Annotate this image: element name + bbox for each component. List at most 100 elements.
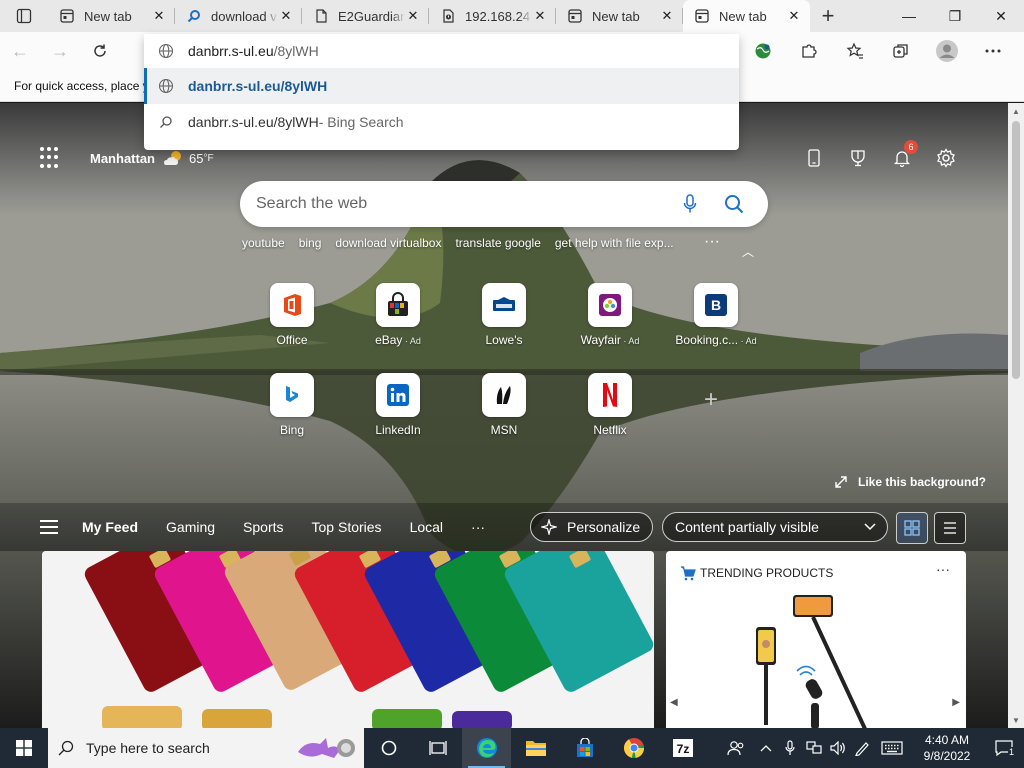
web-search-input[interactable]: [256, 195, 668, 213]
minimize-button[interactable]: —: [886, 0, 932, 32]
tile-ebay[interactable]: eBay · Ad: [346, 283, 450, 363]
content-visibility-dropdown[interactable]: Content partially visible: [662, 512, 888, 542]
tab-new-tab-1[interactable]: New tab ✕: [48, 0, 175, 32]
more-searches-icon[interactable]: ···: [704, 233, 720, 251]
restore-button[interactable]: ❐: [932, 0, 978, 32]
carousel-next-icon[interactable]: ▶: [952, 697, 960, 708]
tile-wayfair[interactable]: Wayfair · Ad: [558, 283, 662, 363]
trending-products-card[interactable]: TRENDING PRODUCTS ··· ◀ ▶: [666, 551, 966, 728]
more-horizontal-icon: [985, 49, 1001, 53]
extension-globe-button[interactable]: [740, 32, 786, 70]
list-layout-button[interactable]: [934, 512, 966, 544]
suggestion-bing-search[interactable]: danbrr.s-ul.eu/8ylWH - Bing Search: [144, 104, 739, 140]
collections-button[interactable]: [878, 32, 924, 70]
page-scrollbar[interactable]: ▲ ▼: [1008, 103, 1024, 728]
pen-button[interactable]: [850, 728, 874, 768]
scroll-up-icon[interactable]: ▲: [1008, 103, 1024, 119]
office-icon: [270, 283, 314, 327]
taskbar-7zip[interactable]: 7z: [658, 728, 707, 768]
tab-close-icon[interactable]: ✕: [405, 8, 421, 24]
feed-tab-top-stories[interactable]: Top Stories: [312, 519, 382, 535]
volume-button[interactable]: [826, 728, 850, 768]
suggestion-url[interactable]: danbrr.s-ul.eu/8ylWH: [144, 68, 739, 104]
network-button[interactable]: [802, 728, 826, 768]
forward-button[interactable]: →: [40, 32, 80, 70]
scrollbar-thumb[interactable]: [1012, 121, 1020, 379]
grid-layout-button[interactable]: [896, 512, 928, 544]
tab-close-icon[interactable]: ✕: [532, 8, 548, 24]
recent-search-item[interactable]: translate google: [455, 236, 540, 250]
carousel-prev-icon[interactable]: ◀: [670, 697, 678, 708]
search-submit-button[interactable]: [712, 181, 756, 227]
tab-close-icon[interactable]: ✕: [659, 8, 675, 24]
tab-e2guardian[interactable]: E2Guardian ✕: [302, 0, 429, 32]
recent-search-item[interactable]: get help with file exp...: [555, 236, 674, 250]
cortana-button[interactable]: [364, 728, 413, 768]
recent-search-item[interactable]: bing: [299, 236, 322, 250]
feed-tab-local[interactable]: Local: [410, 519, 443, 535]
scroll-down-icon[interactable]: ▼: [1008, 712, 1024, 728]
taskbar-file-explorer[interactable]: [511, 728, 560, 768]
back-button[interactable]: ←: [0, 32, 40, 70]
taskbar-chrome[interactable]: [609, 728, 658, 768]
tile-office[interactable]: Office: [240, 283, 344, 363]
tab-download[interactable]: download v ✕: [175, 0, 302, 32]
settings-more-button[interactable]: [970, 32, 1016, 70]
star-list-icon: [846, 42, 863, 59]
taskbar-search-input[interactable]: [86, 740, 276, 756]
recent-search-item[interactable]: youtube: [242, 236, 285, 250]
tab-ip-address[interactable]: 192.168.24 ✕: [429, 0, 556, 32]
refresh-button[interactable]: [80, 32, 120, 70]
page-settings-button[interactable]: [924, 145, 968, 171]
touch-keyboard-button[interactable]: [874, 728, 910, 768]
microphone-tray-button[interactable]: [778, 728, 802, 768]
like-background-button[interactable]: Like this background?: [834, 475, 986, 489]
tile-bing[interactable]: Bing: [240, 373, 344, 453]
tile-msn[interactable]: MSN: [452, 373, 556, 453]
clock[interactable]: 4:40 AM 9/8/2022: [910, 732, 984, 764]
address-bar[interactable]: danbrr.s-ul.eu/8ylWH: [144, 34, 739, 68]
collapse-chevron-icon[interactable]: ︿: [742, 243, 754, 260]
feed-more-icon[interactable]: ···: [471, 519, 485, 535]
news-card-main[interactable]: [42, 551, 654, 728]
recent-search-item[interactable]: download virtualbox: [335, 236, 441, 250]
start-button[interactable]: [0, 728, 48, 768]
mobile-button[interactable]: [792, 145, 836, 171]
action-center-button[interactable]: 1: [984, 728, 1024, 768]
tile-label: MSN: [490, 423, 518, 437]
tab-close-icon[interactable]: ✕: [151, 8, 167, 24]
tab-actions-button[interactable]: [0, 0, 48, 32]
tile-netflix[interactable]: Netflix: [558, 373, 662, 453]
notifications-button[interactable]: 6: [880, 140, 924, 171]
taskbar-edge[interactable]: [462, 728, 511, 768]
tile-lowes[interactable]: Lowe's: [452, 283, 556, 363]
feed-tab-gaming[interactable]: Gaming: [166, 519, 215, 535]
new-tab-button[interactable]: +: [810, 0, 846, 32]
app-launcher-icon[interactable]: [40, 147, 62, 169]
weather-location[interactable]: Manhattan: [90, 151, 155, 166]
collections-icon: [893, 44, 908, 58]
close-window-button[interactable]: ✕: [978, 0, 1024, 32]
tile-booking[interactable]: B Booking.c... · Ad: [664, 283, 768, 363]
tab-close-icon[interactable]: ✕: [278, 8, 294, 24]
add-site-icon[interactable]: +: [704, 386, 718, 414]
voice-search-button[interactable]: [668, 181, 712, 227]
rewards-button[interactable]: [836, 145, 880, 171]
tab-close-icon[interactable]: ✕: [786, 8, 802, 24]
feed-tab-my-feed[interactable]: My Feed: [82, 519, 138, 535]
favorites-button[interactable]: [832, 32, 878, 70]
taskbar-store[interactable]: [560, 728, 609, 768]
tab-new-tab-active[interactable]: New tab ✕: [683, 0, 810, 32]
people-button[interactable]: [718, 728, 754, 768]
weather-widget[interactable]: 65 °F: [163, 150, 214, 166]
profile-button[interactable]: [924, 32, 970, 70]
network-icon: [806, 741, 822, 754]
feed-tab-sports[interactable]: Sports: [243, 519, 283, 535]
extensions-button[interactable]: [786, 32, 832, 70]
task-view-button[interactable]: [413, 728, 462, 768]
menu-hamburger-icon[interactable]: [40, 518, 58, 536]
tile-linkedin[interactable]: LinkedIn: [346, 373, 450, 453]
personalize-button[interactable]: Personalize: [530, 512, 654, 542]
show-hidden-icons-button[interactable]: [754, 728, 778, 768]
tab-new-tab-2[interactable]: New tab ✕: [556, 0, 683, 32]
